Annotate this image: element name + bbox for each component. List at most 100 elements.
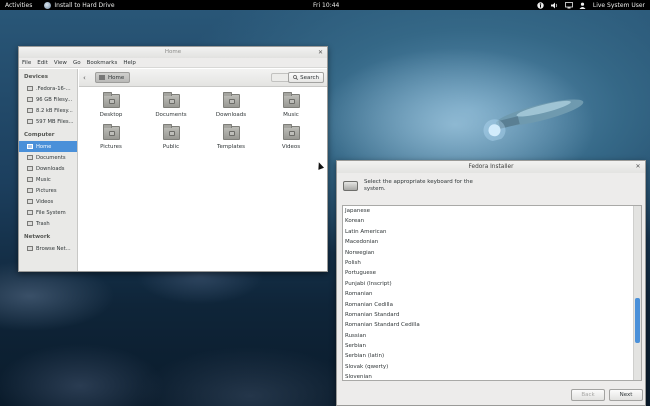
folder-pictures[interactable]: Pictures [91, 124, 131, 150]
sidebar-item-device[interactable]: 8.2 kB Filesy... [19, 105, 77, 116]
menu-view[interactable]: View [54, 60, 67, 66]
accessibility-icon[interactable] [537, 1, 544, 9]
list-item[interactable]: Norwegian [343, 248, 641, 258]
app-menu[interactable]: Install to Hard Drive [44, 1, 115, 9]
folder-public[interactable]: Public [151, 124, 191, 150]
sidebar-item-label: 597 MB Files... [36, 118, 74, 125]
list-item[interactable]: Romanian Standard Cedilla [343, 320, 641, 330]
list-item[interactable]: Romanian Cedilla [343, 300, 641, 310]
sidebar-item-label: Downloads [36, 165, 65, 172]
breadcrumb-home[interactable]: Home [95, 72, 131, 83]
list-item[interactable]: Romanian Standard [343, 310, 641, 320]
sidebar-item-file-system[interactable]: File System [19, 207, 77, 218]
list-item[interactable]: Polish [343, 258, 641, 268]
volume-icon[interactable] [550, 2, 558, 9]
sidebar-item-device[interactable]: 96 GB Filesy... [19, 94, 77, 105]
keyboard-layout-list[interactable]: Japanese Korean Latin American Macedonian No… [342, 205, 642, 381]
sidebar-item-label: 96 GB Filesy... [36, 96, 73, 103]
list-item[interactable]: Latin American [343, 227, 641, 237]
next-button[interactable]: Next [609, 389, 643, 401]
menu-bar: File Edit View Go Bookmarks Help [19, 58, 327, 68]
list-item[interactable]: Slovak (qwerty) [343, 362, 641, 372]
sidebar-item-label: Documents [36, 154, 66, 161]
places-sidebar: Devices .Fedora-16-... 96 GB Filesy... 8… [19, 69, 78, 271]
list-item[interactable]: Portuguese [343, 268, 641, 278]
menu-help[interactable]: Help [123, 60, 136, 66]
back-button[interactable]: Back [571, 389, 605, 401]
list-item[interactable]: Serbian [343, 341, 641, 351]
folder-videos[interactable]: Videos [271, 124, 311, 150]
sidebar-item-browse-network[interactable]: Browse Net... [19, 243, 77, 254]
close-icon[interactable]: ✕ [317, 49, 324, 56]
folder-label: Videos [281, 144, 301, 150]
back-icon[interactable]: ‹ [83, 74, 91, 82]
user-menu[interactable]: Live System User [593, 2, 645, 9]
folder-icon [102, 124, 120, 140]
file-manager-titlebar[interactable]: Home ✕ [19, 47, 327, 58]
installer-titlebar[interactable]: Fedora Installer ✕ [337, 161, 645, 173]
menu-file[interactable]: File [22, 60, 31, 66]
drive-icon [27, 108, 33, 113]
folder-label: Desktop [99, 112, 123, 118]
list-item[interactable]: Serbian (latin) [343, 351, 641, 361]
clock[interactable]: Fri 10:44 [313, 2, 339, 9]
folder-icon [162, 92, 180, 108]
activities-button[interactable]: Activities [5, 2, 32, 9]
app-menu-label: Install to Hard Drive [54, 1, 115, 9]
sidebar-item-pictures[interactable]: Pictures [19, 185, 77, 196]
sidebar-item-music[interactable]: Music [19, 174, 77, 185]
list-item[interactable]: Macedonian [343, 237, 641, 247]
folder-templates[interactable]: Templates [211, 124, 251, 150]
folder-desktop[interactable]: Desktop [91, 92, 131, 118]
sidebar-item-device[interactable]: 597 MB Files... [19, 116, 77, 127]
menu-bookmarks[interactable]: Bookmarks [87, 60, 118, 66]
folder-icon [27, 166, 33, 171]
folder-documents[interactable]: Documents [151, 92, 191, 118]
folder-icon [222, 92, 240, 108]
network-icon[interactable] [564, 1, 573, 9]
drive-icon [27, 210, 33, 215]
list-item[interactable]: Slovenian [343, 372, 641, 380]
search-icon [293, 75, 299, 80]
list-item[interactable]: Japanese [343, 206, 641, 216]
system-tray: Live System User [537, 2, 645, 9]
sidebar-item-trash[interactable]: Trash [19, 218, 77, 229]
computer-heading: Computer [24, 132, 55, 138]
folder-icon [282, 124, 300, 140]
search-button[interactable]: Search [288, 72, 324, 83]
folder-label: Templates [217, 144, 245, 150]
home-icon [99, 75, 105, 80]
sidebar-item-label: Videos [36, 198, 54, 205]
folder-label: Music [283, 112, 299, 118]
sidebar-item-device[interactable]: .Fedora-16-... [19, 83, 77, 94]
list-item[interactable]: Punjabi (Inscript) [343, 279, 641, 289]
sidebar-item-label: Pictures [36, 187, 57, 194]
folder-label: Pictures [100, 144, 122, 150]
scrollbar-thumb[interactable] [635, 298, 640, 343]
menu-go[interactable]: Go [73, 60, 81, 66]
sidebar-item-documents[interactable]: Documents [19, 152, 77, 163]
list-item[interactable]: Romanian [343, 289, 641, 299]
list-item[interactable]: Russian [343, 331, 641, 341]
sidebar-item-label: Trash [36, 220, 50, 227]
close-icon[interactable]: ✕ [634, 163, 642, 171]
folder-icon [222, 124, 240, 140]
top-bar: Activities Install to Hard Drive Fri 10:… [0, 0, 650, 10]
folder-icon [27, 177, 33, 182]
drive-icon [27, 86, 33, 91]
file-manager-window: Home ✕ File Edit View Go Bookmarks Help … [18, 46, 328, 272]
sidebar-item-home[interactable]: Home [19, 141, 77, 152]
folder-music[interactable]: Music [271, 92, 311, 118]
list-scrollbar[interactable] [633, 206, 641, 380]
folder-downloads[interactable]: Downloads [211, 92, 251, 118]
installer-window: Fedora Installer ✕ Select the appropriat… [336, 160, 646, 406]
menu-edit[interactable]: Edit [37, 60, 48, 66]
sidebar-item-label: .Fedora-16-... [36, 85, 71, 92]
keyboard-layout-items: Japanese Korean Latin American Macedonian No… [343, 206, 641, 380]
file-manager-title: Home [164, 49, 182, 55]
network-heading: Network [24, 234, 51, 240]
sidebar-item-downloads[interactable]: Downloads [19, 163, 77, 174]
list-item[interactable]: Korean [343, 216, 641, 226]
sidebar-item-videos[interactable]: Videos [19, 196, 77, 207]
trash-icon [27, 221, 33, 226]
